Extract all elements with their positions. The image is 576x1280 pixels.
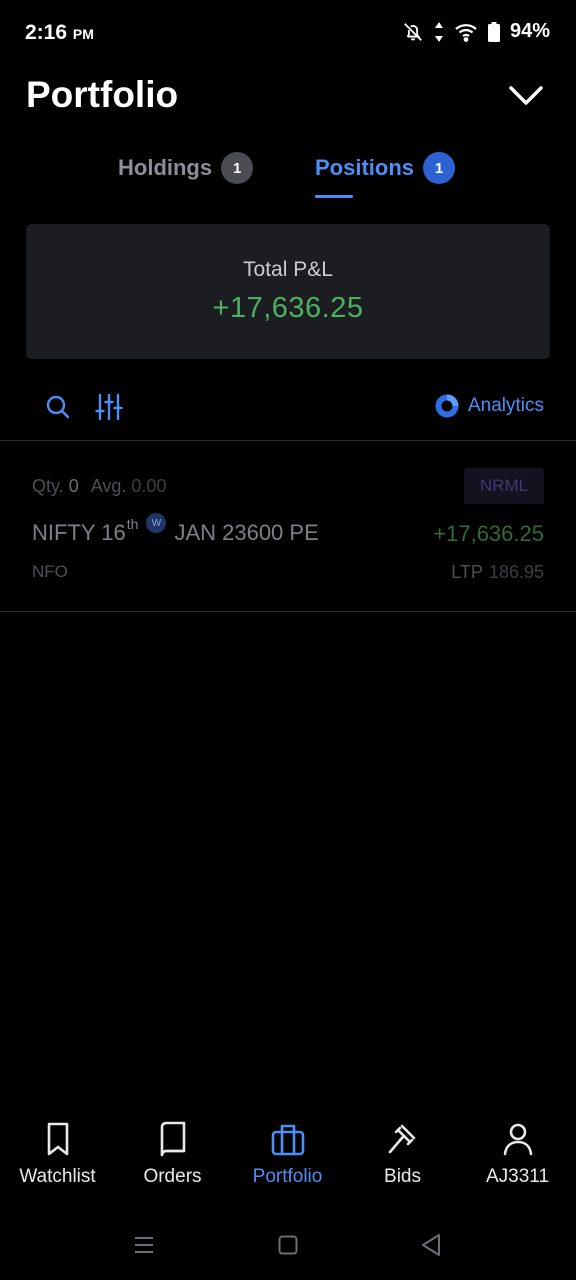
notifications-off-icon <box>404 22 422 41</box>
position-avg-value: 0.00 <box>131 476 167 496</box>
nav-bids[interactable]: Bids <box>345 1120 460 1188</box>
weekly-expiry-badge: W <box>146 513 167 533</box>
gavel-icon <box>388 1124 415 1154</box>
position-symbol: NIFTY 16th W JAN 23600 PE <box>32 513 319 546</box>
back-icon[interactable] <box>420 1233 442 1257</box>
recent-apps-icon[interactable] <box>133 1236 155 1254</box>
filter-sliders-icon[interactable] <box>95 393 123 421</box>
position-pnl: +17,636.25 <box>433 521 544 546</box>
nav-portfolio[interactable]: Portfolio <box>230 1120 345 1188</box>
data-arrows-icon <box>434 21 443 42</box>
nav-watchlist-label: Watchlist <box>19 1166 96 1187</box>
nav-orders-label: Orders <box>143 1166 202 1187</box>
nav-account[interactable]: AJ3311 <box>460 1120 575 1188</box>
total-pnl-value: +17,636.25 <box>212 292 364 324</box>
status-icons: 94% <box>402 20 550 43</box>
user-icon <box>503 1123 532 1156</box>
bottom-nav: Watchlist Orders Portfolio Bids AJ3311 <box>0 1120 576 1200</box>
status-time: 2:16 PM <box>25 21 94 44</box>
analytics-label: Analytics <box>467 395 544 416</box>
wifi-icon <box>455 23 477 42</box>
bookmark-icon <box>47 1122 68 1156</box>
position-row[interactable]: Qty. 0 Avg. 0.00 NRML NIFTY 16th W JAN 23… <box>0 441 576 611</box>
divider <box>0 611 576 612</box>
nav-orders[interactable]: Orders <box>115 1120 230 1188</box>
nav-watchlist[interactable]: Watchlist <box>0 1120 115 1188</box>
position-exchange: NFO <box>32 562 68 581</box>
tab-holdings-label: Holdings <box>118 155 213 180</box>
tab-holdings[interactable]: Holdings 1 <box>118 152 254 184</box>
home-icon[interactable] <box>278 1235 298 1255</box>
battery-icon <box>487 21 500 42</box>
search-icon[interactable] <box>45 394 71 420</box>
position-qty-value: 0 <box>68 476 79 496</box>
position-ltp: LTP 186.95 <box>451 562 544 582</box>
tab-positions[interactable]: Positions 1 <box>315 152 456 184</box>
page-title: Portfolio <box>26 74 179 115</box>
position-qty-avg: Qty. 0 Avg. 0.00 <box>32 476 167 496</box>
analytics-button[interactable]: Analytics <box>435 394 544 418</box>
book-icon <box>160 1121 185 1157</box>
product-type-badge: NRML <box>464 468 544 504</box>
position-ltp-value: 186.95 <box>488 562 544 582</box>
battery-percent: 94% <box>509 20 550 42</box>
positions-count-badge: 1 <box>423 152 456 184</box>
chevron-down-icon[interactable] <box>508 82 544 110</box>
tab-positions-label: Positions <box>315 155 415 180</box>
status-bar: 2:16 PM 94% <box>0 0 576 66</box>
total-pnl-label: Total P&L <box>243 258 333 281</box>
analytics-donut-icon <box>435 394 459 418</box>
briefcase-icon <box>271 1124 304 1156</box>
active-tab-indicator <box>315 195 353 198</box>
nav-bids-label: Bids <box>384 1166 421 1187</box>
total-pnl-card: Total P&L +17,636.25 <box>26 224 550 359</box>
holdings-count-badge: 1 <box>221 152 254 184</box>
nav-account-label: AJ3311 <box>485 1166 550 1187</box>
nav-portfolio-label: Portfolio <box>252 1166 323 1187</box>
